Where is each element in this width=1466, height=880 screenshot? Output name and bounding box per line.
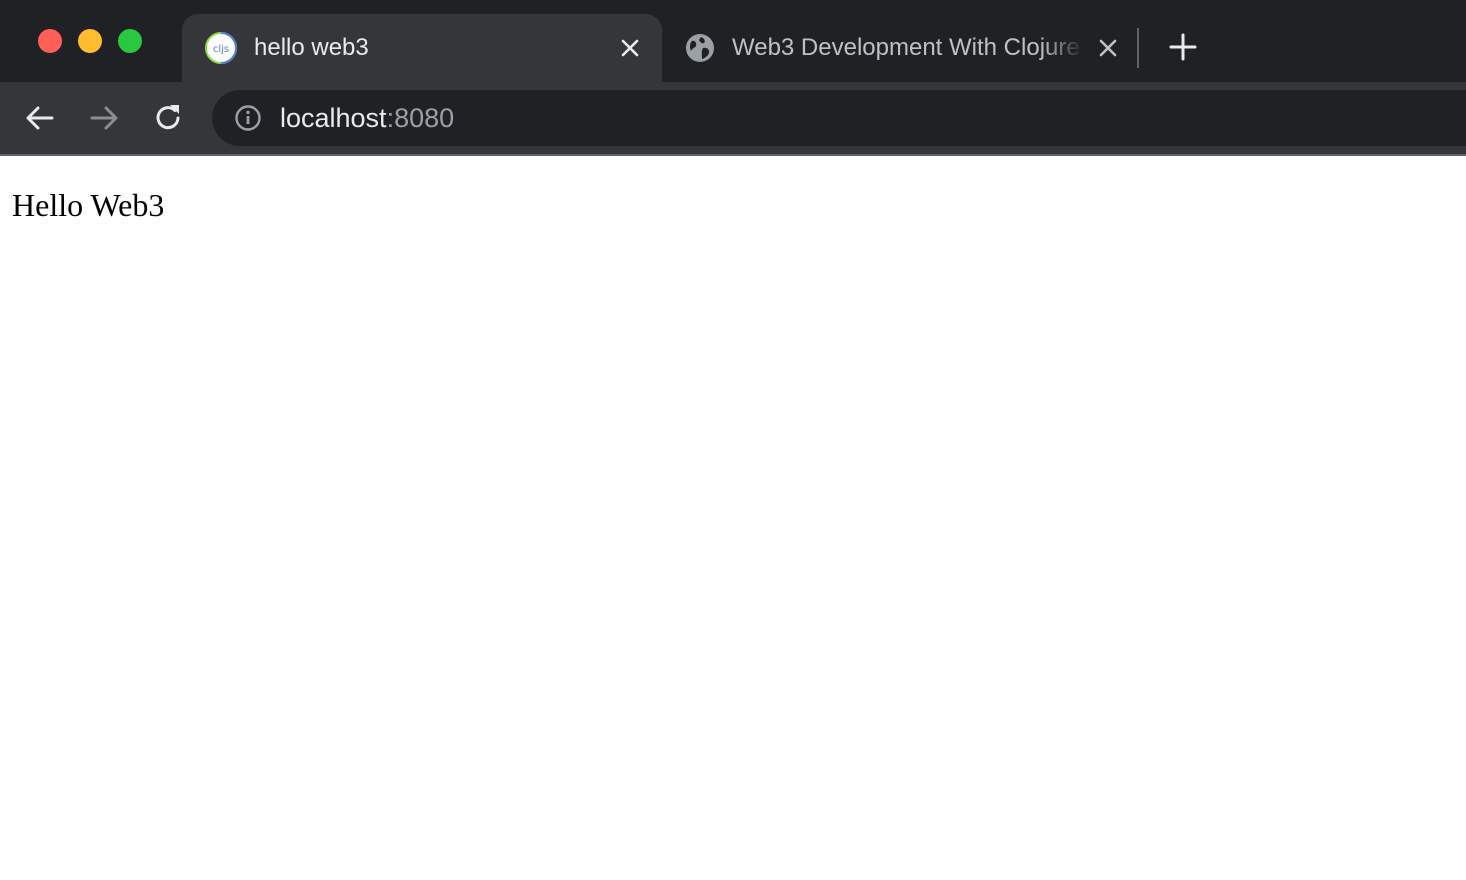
globe-icon: [686, 34, 714, 62]
tab-strip: cljs hello web3 Web3 Development With Cl…: [0, 0, 1466, 82]
close-icon[interactable]: [1096, 36, 1120, 60]
window-maximize-button[interactable]: [118, 29, 142, 53]
tab-title: hello web3: [254, 34, 369, 61]
window-close-button[interactable]: [38, 29, 62, 53]
info-icon[interactable]: [234, 104, 262, 132]
svg-text:cljs: cljs: [213, 44, 229, 55]
url-port: :8080: [386, 103, 455, 133]
tab-web3-development[interactable]: Web3 Development With Clojure: [662, 14, 1138, 82]
tab-separator: [1137, 28, 1139, 68]
url-host: localhost: [280, 103, 387, 133]
page-heading-text: Hello Web3: [12, 187, 165, 223]
new-tab-button[interactable]: [1166, 30, 1200, 64]
cljs-logo-icon: cljs: [205, 32, 237, 64]
window-minimize-button[interactable]: [78, 29, 102, 53]
reload-button[interactable]: [150, 100, 186, 136]
back-button[interactable]: [22, 100, 58, 136]
forward-button[interactable]: [86, 100, 122, 136]
tab-title: Web3 Development With Clojure: [732, 34, 1080, 61]
browser-window: cljs hello web3 Web3 Development With Cl…: [0, 0, 1466, 880]
tab-hello-web3[interactable]: cljs hello web3: [182, 14, 662, 82]
url-text[interactable]: localhost:8080: [280, 102, 454, 134]
toolbar: localhost:8080: [0, 82, 1466, 154]
close-icon[interactable]: [618, 36, 642, 60]
address-bar[interactable]: localhost:8080: [212, 90, 1466, 146]
page-viewport: Hello Web3: [0, 156, 1466, 880]
